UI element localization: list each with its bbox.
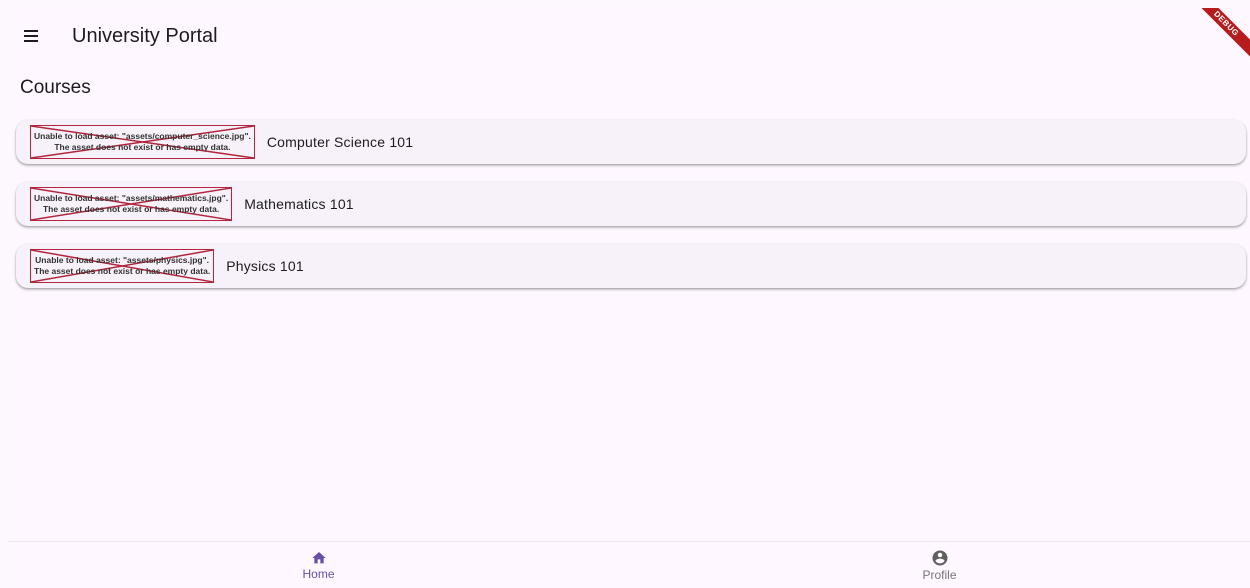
nav-item-home[interactable]: Home bbox=[8, 542, 629, 588]
nav-label-home: Home bbox=[302, 566, 335, 581]
course-card-physics[interactable]: Unable to load asset: "assets/physics.jp… bbox=[16, 244, 1246, 288]
broken-image-placeholder: Unable to load asset: "assets/mathematic… bbox=[30, 187, 233, 221]
app-title: University Portal bbox=[72, 25, 218, 47]
menu-button[interactable] bbox=[18, 22, 46, 50]
bottom-navigation: Home Profile bbox=[8, 541, 1250, 588]
course-card-mathematics[interactable]: Unable to load asset: "assets/mathematic… bbox=[16, 182, 1246, 226]
home-icon bbox=[311, 551, 326, 563]
account-circle-icon bbox=[932, 550, 947, 565]
app-bar: University Portal bbox=[8, 8, 1250, 64]
asset-error-text: The asset does not exist or has empty da… bbox=[54, 142, 231, 152]
asset-error-text: Unable to load asset: "assets/physics.jp… bbox=[35, 255, 210, 265]
asset-error-text: The asset does not exist or has empty da… bbox=[34, 266, 211, 276]
section-title: Courses bbox=[20, 77, 91, 98]
menu-icon bbox=[24, 30, 38, 42]
course-name: Mathematics 101 bbox=[244, 196, 354, 212]
asset-error-text: Unable to load asset: "assets/mathematic… bbox=[34, 193, 229, 203]
course-name: Physics 101 bbox=[226, 258, 304, 274]
course-name: Computer Science 101 bbox=[266, 134, 414, 150]
broken-image-placeholder: Unable to load asset: "assets/physics.jp… bbox=[30, 249, 215, 283]
course-list: Unable to load asset: "assets/computer_s… bbox=[16, 120, 1246, 306]
app-window: University Portal DEBUG Courses Unable t… bbox=[8, 8, 1250, 588]
nav-label-profile: Profile bbox=[922, 567, 957, 582]
course-card-computer-science[interactable]: Unable to load asset: "assets/computer_s… bbox=[16, 120, 1246, 164]
asset-error-text: Unable to load asset: "assets/computer_s… bbox=[34, 131, 251, 141]
asset-error-text: The asset does not exist or has empty da… bbox=[42, 204, 220, 214]
broken-image-placeholder: Unable to load asset: "assets/computer_s… bbox=[30, 125, 255, 159]
nav-item-profile[interactable]: Profile bbox=[629, 542, 1250, 588]
